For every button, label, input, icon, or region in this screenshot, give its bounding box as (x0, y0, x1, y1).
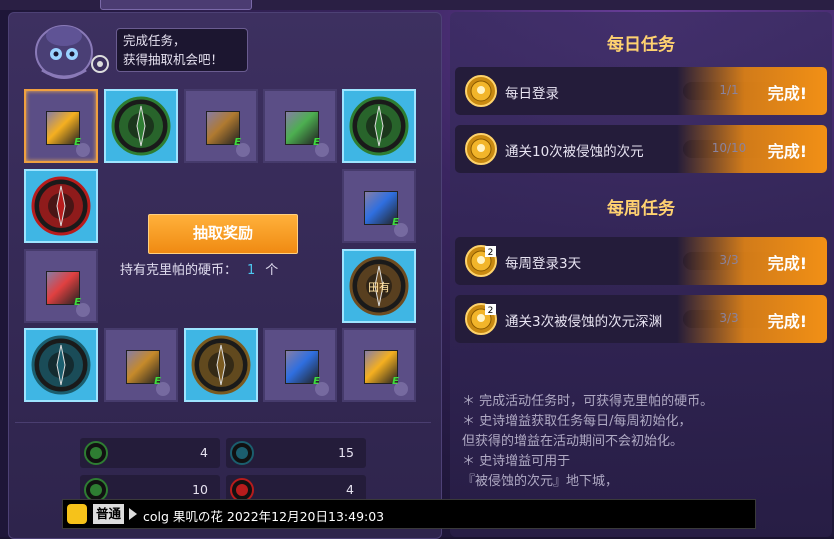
bone-deco-icon (394, 382, 408, 396)
reward-cell[interactable]: E (104, 328, 178, 402)
bone-deco-icon (76, 303, 90, 317)
svg-text:2: 2 (488, 248, 494, 258)
reward-cell[interactable] (104, 89, 178, 163)
svg-text:田有: 田有 (368, 280, 390, 294)
task-progress: 3/3 (719, 311, 739, 325)
hint-line-1: 完成任务， (123, 33, 186, 48)
note-line: 『被侵蚀的次元』地下城， (462, 474, 619, 489)
hint-bubble: 完成任务， 获得抽取机会吧！ (116, 28, 248, 72)
draw-reward-button[interactable]: 抽取奖励 (148, 214, 298, 254)
task-status: 完成! (767, 84, 807, 103)
sword-icon: E (285, 111, 320, 148)
emblem-counter: 15 (226, 438, 366, 468)
counter-value: 15 (338, 445, 354, 460)
coins-value: 1 (247, 263, 256, 278)
bone-deco-icon (76, 143, 90, 157)
reward-cell[interactable]: 田有 (342, 249, 416, 323)
task-row[interactable]: 2 通关3次被侵蚀的次元深渊 3/3 完成! (455, 295, 827, 343)
blue-swirl-icon: E (364, 191, 399, 228)
orange-book-icon: E (126, 350, 161, 387)
weekly-tasks-title: 每周任务 (607, 199, 675, 219)
green-emblem-icon (84, 441, 108, 465)
task-status: 完成! (767, 142, 807, 161)
task-progress: 1/1 (719, 83, 739, 97)
coin-medal-icon: 2 (465, 303, 497, 335)
coin-medal-icon (465, 133, 497, 165)
coins-info: 持有克里帕的硬币： 1 个 (120, 259, 278, 278)
emblem-counter: 4 (80, 438, 220, 468)
red-gem-icon: E (46, 271, 81, 308)
red-emblem-icon (31, 176, 91, 236)
gold-radar-emblem-icon (191, 335, 251, 395)
reward-cell[interactable] (342, 89, 416, 163)
note-line: ＊ 史诗增益可用于 (462, 454, 571, 469)
counter-value: 4 (346, 482, 354, 497)
reward-cell[interactable]: E (263, 89, 337, 163)
task-name: 每周登录3天 (505, 256, 582, 272)
task-progress: 3/3 (719, 253, 739, 267)
treasure-box-icon: E (206, 111, 241, 148)
task-name: 每日登录 (505, 86, 559, 102)
bone-deco-icon (394, 223, 408, 237)
bone-deco-icon (236, 143, 250, 157)
chat-bar[interactable]: 普通 colg 果叽の花 2022年12月20日13:49:03 (62, 499, 756, 529)
reward-cell[interactable] (24, 169, 98, 243)
svg-text:2: 2 (488, 306, 494, 316)
task-progress: 10/10 (711, 141, 747, 155)
daily-tasks-title: 每日任务 (607, 35, 675, 55)
task-status: 完成! (767, 312, 807, 331)
bronze-emblem-icon: 田有 (349, 256, 409, 316)
reward-cell[interactable] (184, 328, 258, 402)
note-line: 但获得的增益在活动期间不会初始化。 (462, 434, 684, 449)
orange-gem-icon: E (364, 350, 399, 387)
coins-unit: 个 (265, 263, 279, 278)
event-notes: ＊ 完成活动任务时，可获得克里帕的硬币。＊ 史诗增益获取任务每日/每周初始化， … (462, 392, 822, 492)
chat-message: colg 果叽の花 2022年12月20日13:49:03 (143, 509, 385, 524)
task-name: 通关10次被侵蚀的次元 (505, 144, 644, 160)
reward-cell[interactable]: E (184, 89, 258, 163)
coins-label: 持有克里帕的硬币： (120, 263, 238, 278)
channel-arrow-icon (129, 508, 137, 520)
teal-emblem-icon (230, 441, 254, 465)
blue-swirl-icon: E (285, 350, 320, 387)
counter-value: 10 (192, 482, 208, 497)
reward-cell[interactable]: E (24, 89, 98, 163)
reward-cell[interactable]: E (342, 169, 416, 243)
task-name: 通关3次被侵蚀的次元深渊 (505, 314, 663, 330)
bone-deco-icon (315, 382, 329, 396)
bone-deco-icon (156, 382, 170, 396)
reward-cell[interactable]: E (342, 328, 416, 402)
hint-line-2: 获得抽取机会吧！ (123, 52, 224, 67)
green-check-emblem-icon (349, 96, 409, 156)
task-row[interactable]: 2 每周登录3天 3/3 完成! (455, 237, 827, 285)
orange-gem-icon: E (46, 111, 81, 148)
reward-cell[interactable] (24, 328, 98, 402)
divider (15, 422, 431, 423)
top-tab[interactable] (100, 0, 252, 10)
coin-medal-icon: 2 (465, 245, 497, 277)
mascot-icon (35, 25, 109, 79)
bone-deco-icon (315, 143, 329, 157)
top-strip (0, 0, 834, 10)
note-line: ＊ 完成活动任务时，可获得克里帕的硬币。 (462, 394, 714, 409)
counter-value: 4 (200, 445, 208, 460)
coin-medal-icon (465, 75, 497, 107)
task-status: 完成! (767, 254, 807, 273)
task-row[interactable]: 每日登录 1/1 完成! (455, 67, 827, 115)
teal-emblem-icon (31, 335, 91, 395)
green-armor-emblem-icon (111, 96, 171, 156)
note-line: ＊ 史诗增益获取任务每日/每周初始化， (462, 414, 692, 429)
reward-cell[interactable]: E (263, 328, 337, 402)
task-row[interactable]: 通关10次被侵蚀的次元 10/10 完成! (455, 125, 827, 173)
smiley-icon (67, 504, 87, 524)
chat-channel[interactable]: 普通 (93, 504, 125, 524)
reward-cell[interactable]: E (24, 249, 98, 323)
